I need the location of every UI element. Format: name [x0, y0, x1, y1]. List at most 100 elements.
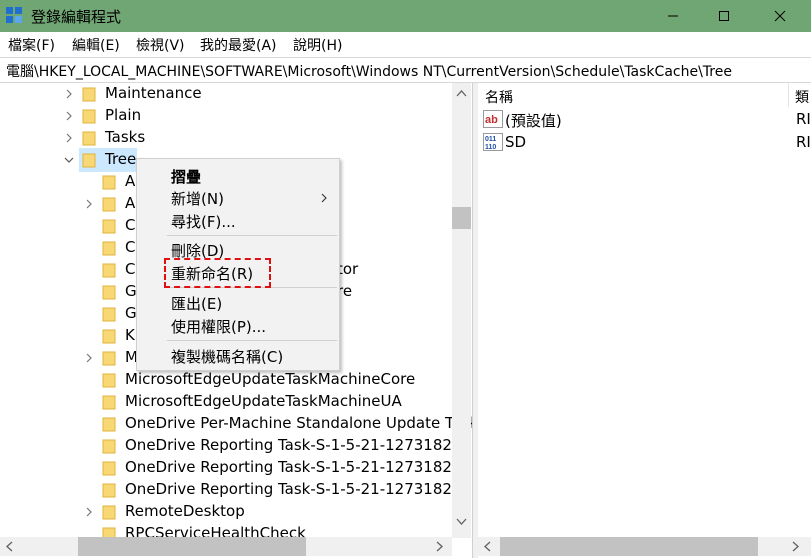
column-header-label: 名稱 [485, 90, 513, 106]
folder-icon [102, 329, 116, 344]
tree-item[interactable]: MicrosoftEdgeUpdateTaskMachineCore [0, 369, 452, 391]
folder-icon [102, 505, 116, 520]
value-type: RI [796, 133, 811, 151]
window-title: 登錄編輯程式 [31, 8, 122, 26]
folder-icon [102, 175, 116, 190]
tree-item-label: Maintenance [105, 84, 202, 102]
tree-item[interactable]: MicrosoftEdgeUpdateTaskMachineUA [0, 391, 452, 413]
folder-open-icon [82, 153, 96, 168]
scroll-thumb[interactable] [78, 537, 306, 556]
submenu-arrow-icon [321, 193, 327, 203]
value-type: RI [796, 110, 811, 128]
tree-item-label: OneDrive Reporting Task-S-1-5-21-1273182… [125, 436, 472, 454]
menu-view[interactable]: 檢視(V) [136, 35, 185, 55]
tree-item[interactable]: Tasks [0, 127, 452, 149]
tree-item-label: G [125, 282, 137, 300]
tree-item-label: K [125, 326, 135, 344]
tree-vertical-scrollbar[interactable] [452, 83, 471, 538]
scroll-right-icon[interactable] [792, 541, 800, 552]
chevron-down-icon[interactable] [64, 155, 74, 165]
chevron-right-icon[interactable] [84, 507, 94, 517]
tree-item-label: OneDrive Reporting Task-S-1-5-21-1273182… [125, 480, 472, 498]
tree-item-label: MicrosoftEdgeUpdateTaskMachineUA [125, 392, 402, 410]
column-header-label: 類 [795, 90, 809, 106]
menu-favorites[interactable]: 我的最愛(A) [200, 35, 277, 55]
scroll-up-icon[interactable] [456, 89, 467, 97]
folder-icon [102, 307, 116, 322]
column-header-type[interactable]: 類 [789, 83, 811, 107]
folder-icon [102, 285, 116, 300]
tree-horizontal-scrollbar[interactable] [0, 537, 452, 556]
folder-icon [102, 197, 116, 212]
chevron-right-icon[interactable] [64, 133, 74, 143]
folder-icon [102, 241, 116, 256]
tree-item[interactable]: Plain [0, 105, 452, 127]
title-bar: 登錄編輯程式 [0, 0, 811, 32]
tree-item-label: C [125, 260, 136, 278]
value-name: SD [505, 133, 527, 151]
maximize-icon [719, 11, 729, 21]
minimize-button[interactable] [650, 0, 696, 32]
chevron-right-icon[interactable] [64, 89, 74, 99]
menu-item-export[interactable]: 匯出(E) [171, 293, 222, 314]
tree-item[interactable]: OneDrive Reporting Task-S-1-5-21-1273182… [0, 435, 471, 457]
folder-icon [102, 373, 116, 388]
menu-item-copy-key-name[interactable]: 複製機碼名稱(C) [171, 346, 283, 367]
folder-icon [102, 263, 116, 278]
menu-separator [167, 340, 337, 341]
tree-item[interactable]: RemoteDesktop [0, 501, 452, 523]
string-value-icon: ab [483, 110, 503, 128]
tree-item[interactable]: OneDrive Per-Machine Standalone Update T… [0, 413, 472, 435]
list-item[interactable]: 011 110 SD RI [478, 131, 811, 153]
list-item[interactable]: ab (預設值) RI [478, 108, 811, 130]
regedit-icon [6, 7, 22, 23]
folder-icon [102, 461, 116, 476]
menu-separator [167, 235, 337, 236]
binary-value-icon: 011 110 [483, 133, 503, 151]
tree-item[interactable]: OneDrive Reporting Task-S-1-5-21-1273182… [0, 479, 471, 501]
address-bar[interactable]: 電腦\HKEY_LOCAL_MACHINE\SOFTWARE\Microsoft… [0, 57, 811, 83]
tree-item-label: C [125, 216, 136, 234]
tree-item[interactable]: OneDrive Reporting Task-S-1-5-21-1273182… [0, 457, 471, 479]
folder-icon [82, 131, 96, 146]
tree-item[interactable]: Maintenance [0, 83, 452, 105]
tree-item-label: Tree [105, 150, 137, 168]
chevron-right-icon[interactable] [84, 353, 94, 363]
address-path[interactable]: 電腦\HKEY_LOCAL_MACHINE\SOFTWARE\Microsoft… [6, 61, 732, 81]
menu-file[interactable]: 檔案(F) [8, 35, 55, 55]
values-pane[interactable]: 名稱 類 ab (預設值) RI 011 110 SD RI [478, 83, 811, 558]
folder-icon [102, 483, 116, 498]
menu-help[interactable]: 說明(H) [293, 35, 342, 55]
scroll-left-icon[interactable] [483, 541, 491, 552]
svg-text:110: 110 [485, 144, 496, 151]
value-name: (預設值) [505, 112, 562, 130]
menu-item-new[interactable]: 新增(N) [171, 188, 224, 209]
scroll-left-icon[interactable] [5, 541, 13, 552]
tree-item-label: G [125, 304, 137, 322]
menu-item-collapse[interactable]: 摺疊 [171, 166, 201, 187]
close-button[interactable] [757, 0, 803, 32]
close-icon [774, 10, 786, 22]
menu-edit[interactable]: 編輯(E) [72, 35, 120, 55]
folder-icon [102, 395, 116, 410]
menu-item-permissions[interactable]: 使用權限(P)... [171, 316, 266, 337]
tree-item-label: A [125, 194, 136, 212]
maximize-button[interactable] [701, 0, 747, 32]
folder-icon [82, 87, 96, 102]
tree-item-label: OneDrive Reporting Task-S-1-5-21-1273182… [125, 458, 472, 476]
chevron-right-icon[interactable] [84, 199, 94, 209]
scroll-right-icon[interactable] [436, 541, 444, 552]
chevron-right-icon[interactable] [64, 111, 74, 121]
scroll-thumb[interactable] [452, 207, 471, 229]
scroll-down-icon[interactable] [456, 518, 467, 526]
column-header-name[interactable]: 名稱 [478, 83, 789, 107]
scroll-thumb[interactable] [500, 537, 758, 556]
tree-item-label-suffix: tor [337, 260, 359, 278]
folder-icon [102, 351, 116, 366]
tree-item-label: OneDrive Per-Machine Standalone Update T… [125, 414, 472, 432]
tree-item-label: A [125, 172, 136, 190]
tree-item-label: MicrosoftEdgeUpdateTaskMachineCore [125, 370, 416, 388]
menu-item-find[interactable]: 尋找(F)... [171, 211, 236, 232]
list-horizontal-scrollbar[interactable] [478, 537, 811, 556]
rename-highlight-box [164, 258, 271, 288]
